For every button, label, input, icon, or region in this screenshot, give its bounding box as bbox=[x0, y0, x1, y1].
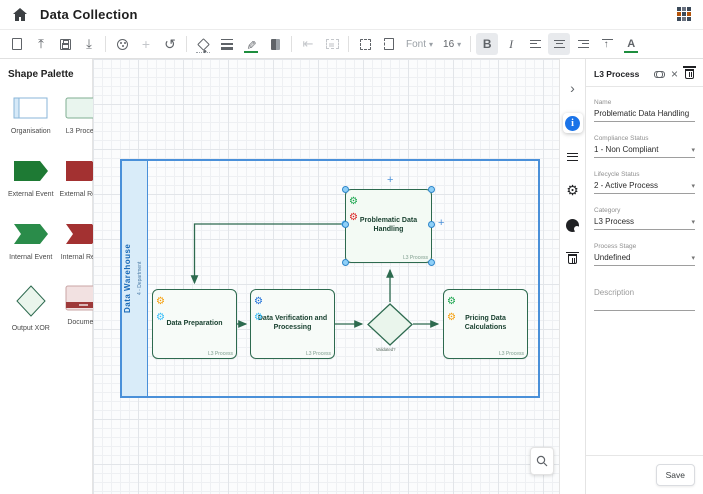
gear-icon bbox=[254, 292, 263, 308]
properties-panel: L3 Process Name Problematic Data Handlin… bbox=[585, 59, 703, 494]
selection-handle[interactable] bbox=[342, 221, 349, 228]
title-bar: Data Collection bbox=[0, 0, 703, 30]
properties-header: L3 Process bbox=[586, 59, 703, 87]
page-title: Data Collection bbox=[40, 7, 138, 22]
process-stage-select[interactable]: Process Stage Undefined bbox=[594, 243, 695, 266]
gear-icon bbox=[447, 292, 456, 308]
align-left-icon[interactable] bbox=[524, 33, 546, 55]
connector-lines bbox=[93, 59, 559, 494]
node-data-verification[interactable]: Data Verification and Processing L3 Proc… bbox=[250, 289, 335, 359]
properties-fields: Name Problematic Data Handling Complianc… bbox=[586, 87, 703, 455]
name-field[interactable]: Name Problematic Data Handling bbox=[594, 99, 695, 122]
node-type-tag: L3 Process bbox=[208, 351, 233, 357]
delete-tab-icon[interactable] bbox=[563, 249, 583, 269]
node-pricing-data-calculations[interactable]: Pricing Data Calculations L3 Process bbox=[443, 289, 528, 359]
app-window: Data Collection Font 16 B I A bbox=[0, 0, 703, 494]
upload-icon[interactable] bbox=[30, 33, 52, 55]
main-area: Shape Palette Organisation L3 Process Ex… bbox=[0, 59, 703, 494]
fill-color-icon[interactable] bbox=[192, 33, 214, 55]
palette-item-output-xor[interactable]: Output XOR bbox=[8, 285, 54, 332]
toolbar: Font 16 B I A bbox=[0, 30, 703, 59]
category-select[interactable]: Category L3 Process bbox=[594, 207, 695, 230]
selection-handle[interactable] bbox=[428, 186, 435, 193]
settings-tab-icon[interactable] bbox=[563, 181, 583, 201]
toolbar-separator bbox=[348, 36, 349, 52]
zoom-button[interactable] bbox=[530, 447, 554, 475]
edit-geometry-icon[interactable] bbox=[378, 33, 400, 55]
collapse-panel-icon[interactable] bbox=[563, 79, 583, 99]
palette-item-external-event[interactable]: External Event bbox=[8, 159, 54, 198]
style-tab-icon[interactable] bbox=[563, 215, 583, 235]
list-tab-icon[interactable] bbox=[563, 147, 583, 167]
copy-icon[interactable] bbox=[6, 33, 28, 55]
info-tab-icon[interactable] bbox=[563, 113, 583, 133]
selection-handle[interactable] bbox=[428, 259, 435, 266]
gear-icon bbox=[156, 292, 165, 308]
toolbar-separator bbox=[470, 36, 471, 52]
node-label: Data Preparation bbox=[166, 320, 222, 329]
node-data-preparation[interactable]: Data Preparation L3 Process bbox=[152, 289, 237, 359]
save-icon[interactable] bbox=[54, 33, 76, 55]
xor-gateway[interactable] bbox=[367, 303, 413, 346]
toolbar-separator bbox=[186, 36, 187, 52]
connect-up-handle[interactable] bbox=[387, 175, 393, 186]
palette-item-organisation[interactable]: Organisation bbox=[8, 96, 54, 135]
home-icon[interactable] bbox=[10, 5, 30, 25]
download-icon[interactable] bbox=[78, 33, 100, 55]
italic-button[interactable]: I bbox=[500, 33, 522, 55]
toolbar-separator bbox=[291, 36, 292, 52]
selection-handle[interactable] bbox=[428, 221, 435, 228]
gateway-label: Validated? bbox=[376, 347, 396, 352]
gear-icon bbox=[349, 192, 358, 208]
border-color-icon[interactable] bbox=[240, 33, 262, 55]
selection-handle[interactable] bbox=[342, 186, 349, 193]
add-icon[interactable] bbox=[135, 33, 157, 55]
node-type-tag: L3 Process bbox=[403, 255, 428, 261]
toolbar-separator bbox=[105, 36, 106, 52]
insert-image-icon[interactable] bbox=[321, 33, 343, 55]
description-field[interactable]: Description bbox=[594, 288, 695, 311]
compliance-status-select[interactable]: Compliance Status 1 - Non Compliant bbox=[594, 135, 695, 158]
font-family-select[interactable]: Font bbox=[402, 39, 437, 50]
properties-title: L3 Process bbox=[594, 69, 651, 79]
shape-palette: Shape Palette Organisation L3 Process Ex… bbox=[0, 59, 93, 494]
gear-icon bbox=[447, 308, 456, 324]
line-weight-icon[interactable] bbox=[216, 33, 238, 55]
edit-style-icon[interactable] bbox=[354, 33, 376, 55]
node-problematic-data-handling[interactable]: Problematic Data Handling L3 Process bbox=[345, 189, 432, 263]
font-color-icon[interactable]: A bbox=[620, 33, 642, 55]
font-size-select[interactable]: 16 bbox=[439, 39, 465, 50]
panel-footer: Save bbox=[586, 455, 703, 494]
node-type-tag: L3 Process bbox=[306, 351, 331, 357]
align-center-icon[interactable] bbox=[548, 33, 570, 55]
selection-handle[interactable] bbox=[342, 259, 349, 266]
diagram-canvas[interactable]: Data Warehouse 4 - Department bbox=[93, 59, 559, 494]
lifecycle-status-select[interactable]: Lifecycle Status 2 - Active Process bbox=[594, 171, 695, 194]
align-right-icon[interactable] bbox=[572, 33, 594, 55]
align-to-edge-icon[interactable] bbox=[297, 33, 319, 55]
undo-icon[interactable] bbox=[159, 33, 181, 55]
gear-icon bbox=[156, 308, 165, 324]
close-icon[interactable] bbox=[668, 67, 681, 80]
palette-icon[interactable] bbox=[111, 33, 133, 55]
node-label: Data Verification and Processing bbox=[257, 315, 328, 333]
delete-icon[interactable] bbox=[683, 67, 696, 80]
node-label: Problematic Data Handling bbox=[352, 217, 425, 235]
shadow-icon[interactable] bbox=[264, 33, 286, 55]
apps-grid-icon[interactable] bbox=[677, 7, 693, 23]
connect-right-handle[interactable] bbox=[438, 218, 444, 229]
bold-button[interactable]: B bbox=[476, 33, 498, 55]
link-icon[interactable] bbox=[653, 67, 666, 80]
gear-icon bbox=[254, 308, 263, 324]
side-icon-strip bbox=[559, 59, 585, 494]
palette-item-internal-event[interactable]: Internal Event bbox=[8, 222, 54, 261]
save-button[interactable]: Save bbox=[656, 464, 695, 486]
palette-title: Shape Palette bbox=[8, 69, 86, 80]
node-type-tag: L3 Process bbox=[499, 351, 524, 357]
gear-icon bbox=[349, 208, 358, 224]
magnifier-icon bbox=[536, 455, 548, 467]
node-label: Pricing Data Calculations bbox=[450, 315, 521, 333]
vertical-align-icon[interactable] bbox=[596, 33, 618, 55]
